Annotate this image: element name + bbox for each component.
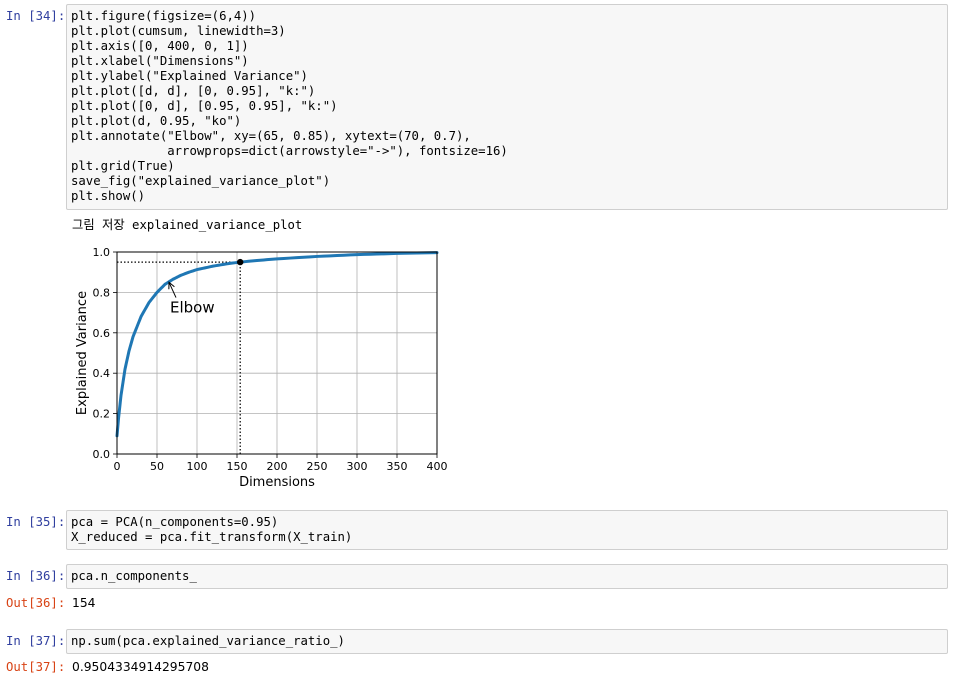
x-tick-label: 100: [187, 460, 208, 473]
x-tick-label: 150: [227, 460, 248, 473]
y-tick-label: 0.4: [93, 367, 111, 380]
chart-grid: [116, 251, 438, 455]
x-tick-label: 0: [114, 460, 121, 473]
chart-ticks: 0 50 100 150 200 250 300 350 400 0.0 0.2 0.4 0.6 0.8 1…: [93, 246, 448, 473]
x-tick-label: 200: [267, 460, 288, 473]
cell-35-prompt: In [35]:: [6, 515, 66, 529]
cell-37-out-prompt: Out[37]:: [6, 660, 66, 674]
cell-34-code: plt.figure(figsize=(6,4)) plt.plot(cumsu…: [71, 9, 508, 203]
cell-34-stdout: 그림 저장 explained_variance_plot: [72, 218, 303, 232]
cell-36-code: pca.n_components_: [71, 569, 197, 583]
y-tick-label: 0.0: [93, 448, 111, 461]
y-tick-label: 0.8: [93, 286, 111, 299]
cell-36-output: 154: [72, 596, 96, 610]
cell-37-output: 0.9504334914295708: [72, 660, 209, 674]
x-tick-label: 300: [347, 460, 368, 473]
cell-35-code-editor[interactable]: pca = PCA(n_components=0.95) X_reduced =…: [66, 510, 948, 550]
y-tick-label: 0.2: [93, 408, 111, 421]
cell-37-code: np.sum(pca.explained_variance_ratio_): [71, 634, 345, 648]
cell-34-code-editor[interactable]: plt.figure(figsize=(6,4)) plt.plot(cumsu…: [66, 4, 948, 210]
cell-37-code-editor[interactable]: np.sum(pca.explained_variance_ratio_): [66, 629, 948, 654]
chart-marker: [237, 258, 244, 266]
chart-guide-lines: [117, 261, 241, 454]
x-tick-label: 350: [387, 460, 408, 473]
explained-variance-chart: Elbow 0 50 100 150 200 250 300 350 4000.00.20.40…: [75, 246, 448, 490]
cell-36-code-editor[interactable]: pca.n_components_: [66, 564, 948, 589]
chart-ylabel: Explained Variance: [75, 291, 90, 415]
chart-xlabel: Dimensions: [239, 475, 315, 490]
elbow-point-marker: [237, 258, 244, 266]
cell-37-prompt: In [37]:: [6, 634, 66, 648]
x-tick-label: 250: [307, 460, 328, 473]
y-tick-label: 0.6: [93, 327, 111, 340]
chart-annotation: Elbow: [168, 281, 215, 317]
x-tick-label: 400: [427, 460, 448, 473]
cell-35-code: pca = PCA(n_components=0.95) X_reduced =…: [71, 515, 353, 544]
x-tick-label: 50: [150, 460, 164, 473]
y-tick-label: 1.0: [93, 246, 111, 259]
cell-36-prompt: In [36]:: [6, 569, 66, 583]
cell-36-out-prompt: Out[36]:: [6, 596, 66, 610]
annotation-label: Elbow: [170, 299, 215, 317]
cell-34-prompt: In [34]:: [6, 9, 66, 23]
